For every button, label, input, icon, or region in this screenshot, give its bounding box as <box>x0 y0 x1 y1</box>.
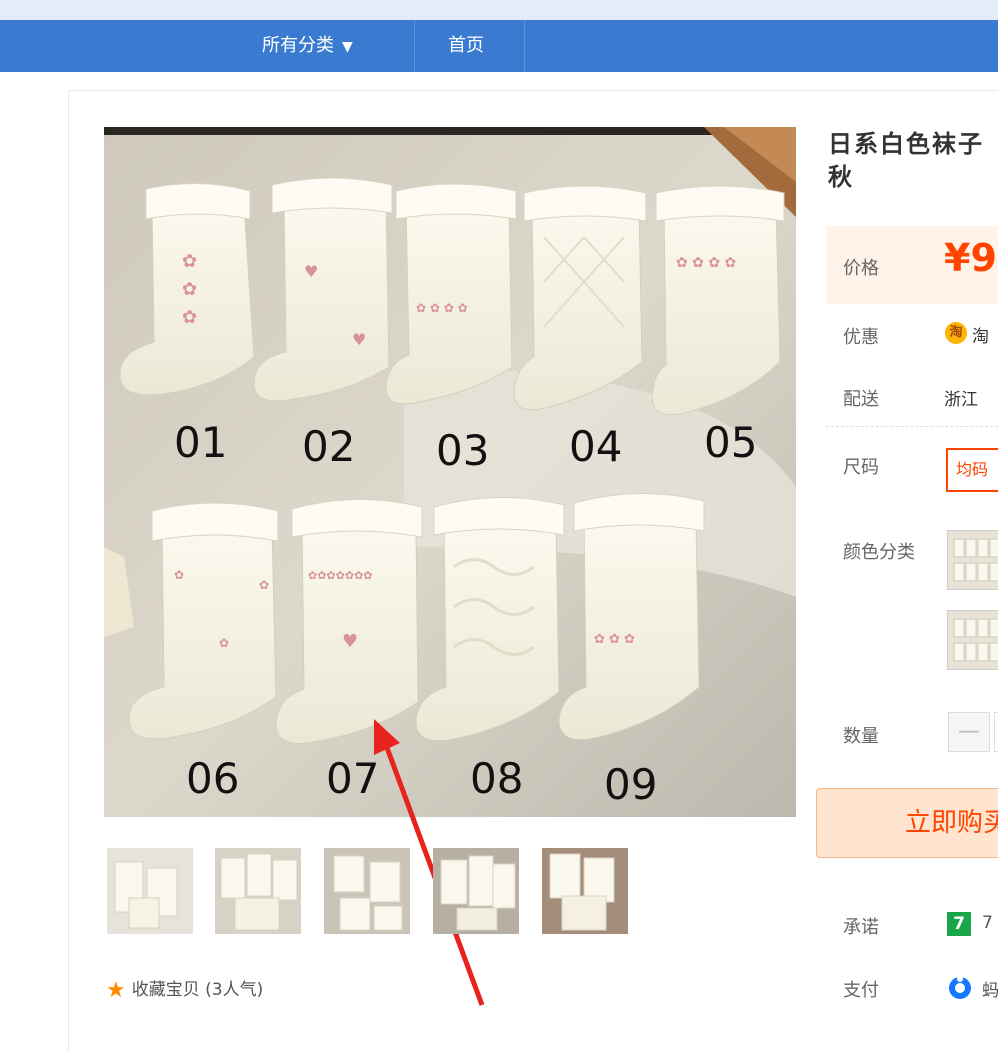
size-label: 尺码 <box>843 457 879 478</box>
sock-number: 09 <box>604 760 657 809</box>
color-option-1[interactable] <box>947 530 998 590</box>
nav-all-categories-label: 所有分类 <box>262 35 334 56</box>
svg-text:✿: ✿ <box>182 279 197 300</box>
promise-label: 承诺 <box>843 917 879 938</box>
payment-method-text: 蚂 <box>982 981 998 1001</box>
svg-text:✿ ✿ ✿ ✿: ✿ ✿ ✿ ✿ <box>676 255 736 271</box>
svg-text:✿: ✿ <box>182 307 197 328</box>
thumbnail-3[interactable] <box>324 848 410 934</box>
add-to-favorites[interactable]: ★ 收藏宝贝 (3人气) <box>106 977 263 1003</box>
nav-divider <box>524 20 525 72</box>
svg-text:♥: ♥ <box>304 262 318 281</box>
svg-text:✿ ✿ ✿: ✿ ✿ ✿ <box>594 632 635 647</box>
sock-number: 05 <box>704 418 757 467</box>
nav-divider <box>414 20 415 72</box>
triangle-down-icon: ▼ <box>342 39 353 55</box>
socks-photo: ✿ ✿ ✿ ♥ ♥ ✿ ✿ ✿ ✿ ✿ ✿ ✿ ✿ ✿ ✿ ✿ ✿✿✿✿✿✿✿ … <box>104 127 796 817</box>
svg-text:✿✿✿✿✿✿✿: ✿✿✿✿✿✿✿ <box>308 569 373 582</box>
buy-now-button[interactable]: 立即购买 <box>816 788 998 858</box>
thumbnail-5[interactable] <box>542 848 628 934</box>
thumbnail-4[interactable] <box>433 848 519 934</box>
product-title: 日系白色袜子 秋 <box>828 130 984 191</box>
divider <box>826 426 998 427</box>
shipping-origin: 浙江 <box>944 390 978 410</box>
svg-text:✿ ✿ ✿ ✿: ✿ ✿ ✿ ✿ <box>416 301 468 315</box>
size-option-one-size[interactable]: 均码 <box>946 448 998 492</box>
promo-text: 淘 <box>972 327 989 347</box>
thumbnail-2[interactable] <box>215 848 301 934</box>
ant-pay-icon <box>949 976 971 999</box>
price-label: 价格 <box>843 258 879 279</box>
quantity-label: 数量 <box>843 726 879 747</box>
color-option-2[interactable] <box>947 610 998 670</box>
price-value: ¥9 <box>944 236 997 280</box>
svg-text:✿: ✿ <box>182 251 197 272</box>
svg-text:✿: ✿ <box>259 578 269 592</box>
svg-text:♥: ♥ <box>342 631 358 652</box>
sock-number: 04 <box>569 422 622 471</box>
sock-number: 01 <box>174 418 227 467</box>
svg-text:✿: ✿ <box>219 636 229 650</box>
color-label: 颜色分类 <box>843 542 915 563</box>
sock-number: 03 <box>436 426 489 475</box>
sock-number: 06 <box>186 754 239 803</box>
taobao-icon: 淘 <box>945 322 967 344</box>
nav-home[interactable]: 首页 <box>448 20 484 72</box>
quantity-decrement-button[interactable]: — <box>948 712 990 752</box>
seven-day-return-icon: 7 <box>947 912 971 936</box>
top-strip <box>0 0 998 20</box>
nav-all-categories[interactable]: 所有分类 ▼ <box>262 20 353 72</box>
promo-label: 优惠 <box>843 327 879 348</box>
svg-text:♥: ♥ <box>352 330 366 349</box>
product-main-image[interactable]: ✿ ✿ ✿ ♥ ♥ ✿ ✿ ✿ ✿ ✿ ✿ ✿ ✿ ✿ ✿ ✿ ✿✿✿✿✿✿✿ … <box>104 127 796 817</box>
shipping-label: 配送 <box>843 389 879 410</box>
sock-number: 02 <box>302 422 355 471</box>
quantity-input[interactable] <box>994 712 998 752</box>
promise-text: 7 <box>982 913 993 933</box>
star-icon: ★ <box>106 978 126 1003</box>
payment-label: 支付 <box>843 980 879 1001</box>
svg-text:✿: ✿ <box>174 568 184 582</box>
nav-bar: 所有分类 ▼ 首页 <box>0 20 998 72</box>
favorites-label: 收藏宝贝 (3人气) <box>131 980 264 1000</box>
thumbnail-1[interactable] <box>107 848 193 934</box>
